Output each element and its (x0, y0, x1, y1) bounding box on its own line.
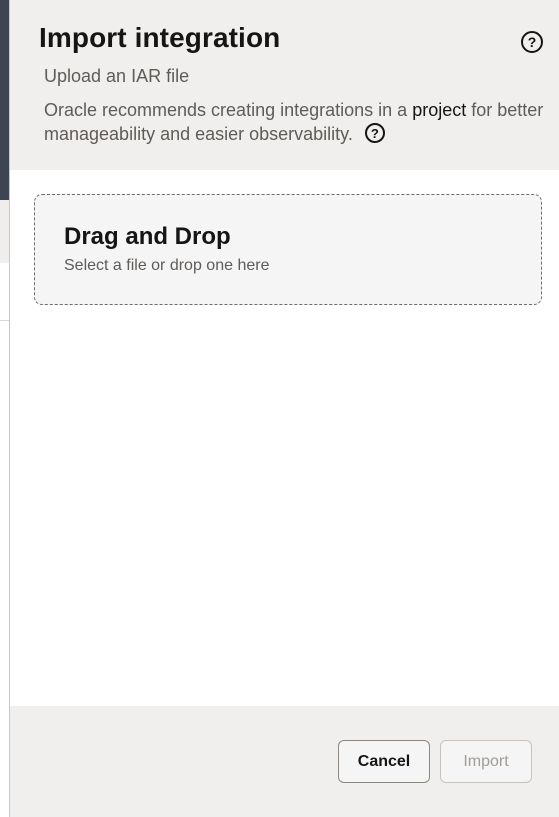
dropzone-subtitle: Select a file or drop one here (64, 257, 270, 274)
background-app-header (0, 0, 9, 200)
background-app (0, 0, 9, 817)
description-help[interactable]: ? (364, 123, 385, 144)
drawer-header: Import integration ? Upload an IAR file … (10, 0, 559, 170)
help-icon[interactable]: ? (364, 123, 385, 144)
help-icon[interactable]: ? (521, 31, 543, 53)
dropzone-title: Drag and Drop (64, 223, 231, 250)
help-icon-glyph: ? (527, 34, 537, 50)
project-link[interactable]: project (412, 100, 466, 120)
subtitle: Upload an IAR file (44, 66, 190, 86)
file-dropzone[interactable]: Drag and Drop Select a file or drop one … (34, 194, 542, 305)
help-icon-glyph: ? (370, 125, 379, 141)
import-button[interactable]: Import (440, 740, 532, 783)
import-integration-drawer: Import integration ? Upload an IAR file … (9, 0, 559, 817)
page-title: Import integration (39, 22, 281, 53)
background-app-divider (0, 320, 9, 321)
drawer-footer: Cancel Import (10, 706, 559, 817)
description: Oracle recommends creating integrations … (44, 98, 544, 146)
description-text-before: Oracle recommends creating integrations … (44, 100, 413, 120)
cancel-button[interactable]: Cancel (338, 740, 430, 783)
background-app-band (0, 200, 9, 263)
